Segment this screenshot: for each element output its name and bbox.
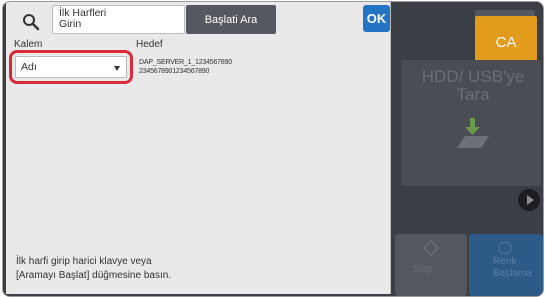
start-search-button[interactable]: Başlati Ara <box>186 5 276 34</box>
hdd-usb-scan-label-line1: HDD/ USB'ye <box>421 67 525 86</box>
stop-label: Stop <box>412 264 433 275</box>
kalem-dropdown-value: Adı <box>21 61 37 73</box>
search-icon <box>23 14 40 31</box>
stop-icon <box>423 240 439 256</box>
ok-button[interactable]: OK <box>363 5 390 32</box>
help-text: İlk harfi girip harici klavye veya [Aram… <box>16 255 376 283</box>
input-placeholder-line2: Girin <box>59 18 82 30</box>
help-text-line1: İlk harfi girip harici klavye veya <box>16 256 152 267</box>
destination-line2: 2345678901234567890 <box>139 68 210 75</box>
initial-letters-input[interactable]: İlk Harfleri Girin <box>52 5 185 34</box>
hedef-column-label: Hedef <box>136 39 163 50</box>
address-search-dialog: İlk Harfleri Girin Başlati Ara OK Kalem … <box>6 2 391 294</box>
kalem-dropdown[interactable]: Adı <box>15 56 127 78</box>
screen-frame: CA HDD/ USB'ye Tara Stop Renk Başlama İl… <box>2 1 544 297</box>
destination-line1: DAP_SERVER_1_1234567890 <box>139 59 232 66</box>
hdd-usb-scan-label-line2: Tara <box>456 85 490 104</box>
search-button[interactable] <box>16 10 46 34</box>
chevron-down-icon <box>114 66 120 71</box>
color-start-label-line2: Başlama <box>493 268 532 279</box>
color-start-label-line1: Renk <box>493 256 517 267</box>
hdd-save-icon <box>457 118 489 148</box>
destination-value: DAP_SERVER_1_1234567890 2345678901234567… <box>139 58 232 76</box>
color-start-label: Renk Başlama <box>493 256 532 280</box>
next-arrow-icon[interactable] <box>518 189 540 211</box>
help-text-line2: [Aramayı Başlat] düğmesine basın. <box>16 270 172 281</box>
hdd-usb-scan-label: HDD/ USB'ye Tara <box>413 68 533 104</box>
kalem-column-label: Kalem <box>14 39 43 50</box>
start-icon <box>498 241 512 255</box>
